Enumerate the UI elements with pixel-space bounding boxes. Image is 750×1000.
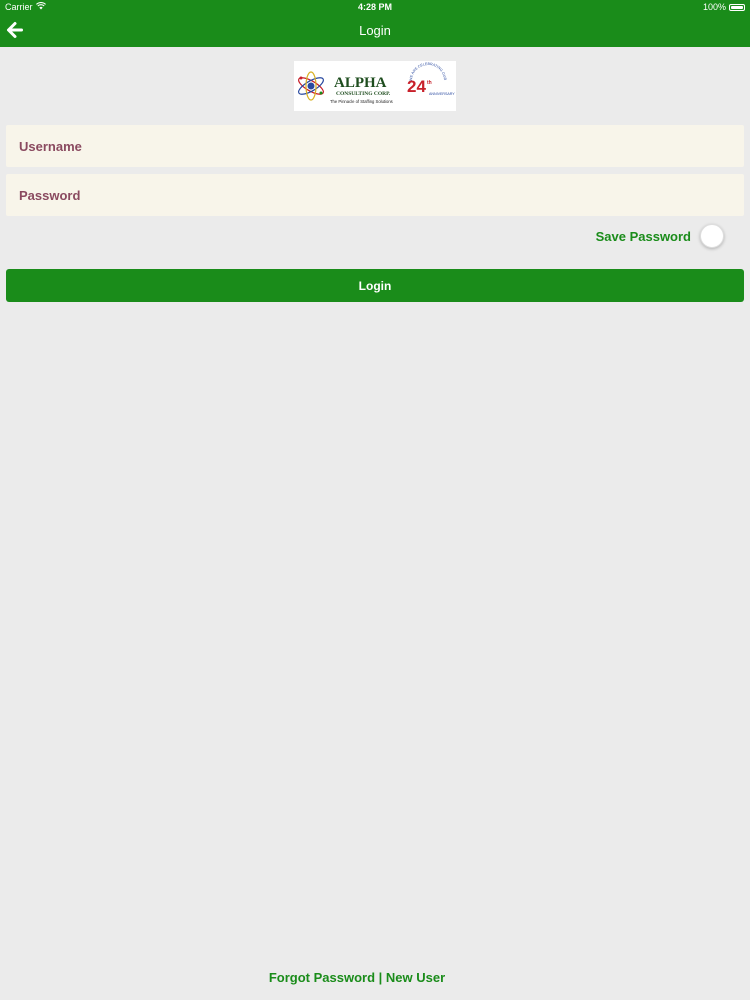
page-title: Login: [359, 23, 391, 38]
toggle-knob: [700, 224, 724, 248]
username-input[interactable]: [17, 137, 733, 155]
top-bar: Carrier 4:28 PM 100% Login: [0, 0, 750, 47]
save-password-toggle[interactable]: [700, 224, 724, 248]
anniversary-label: ANNIVERSARY: [429, 92, 455, 96]
password-input[interactable]: [17, 186, 733, 204]
status-battery: 100%: [703, 2, 745, 12]
footer-links: Forgot Password | New User: [0, 970, 714, 985]
login-screen: Carrier 4:28 PM 100% Login ALPHA CONSULT…: [0, 0, 750, 1000]
logo-brand: ALPHA: [334, 75, 387, 91]
footer-separator: |: [375, 970, 386, 985]
battery-icon: [729, 3, 745, 11]
save-password-row: Save Password: [596, 224, 724, 248]
status-time: 4:28 PM: [357, 2, 392, 12]
atom-icon: [298, 71, 324, 101]
username-field[interactable]: [6, 125, 744, 167]
password-field[interactable]: [6, 174, 744, 216]
battery-fill: [731, 5, 743, 9]
battery-percent: 100%: [702, 2, 726, 12]
status-bar: Carrier 4:28 PM 100%: [0, 0, 750, 14]
anniversary-badge: WE ARE CELEBRATING OUR 24 th ANNIVERSARY: [407, 62, 455, 96]
forgot-password-link[interactable]: Forgot Password: [269, 970, 375, 985]
logo-tagline: The Pinnacle of Staffing Solutions: [330, 99, 393, 104]
logo-company: CONSULTING CORP.: [336, 91, 391, 97]
new-user-link[interactable]: New User: [386, 970, 445, 985]
anniversary-suffix: th: [427, 80, 432, 86]
login-button[interactable]: Login: [6, 269, 744, 302]
anniversary-number: 24: [407, 77, 426, 96]
save-password-label: Save Password: [595, 228, 691, 244]
nav-bar: Login: [0, 14, 750, 47]
company-logo: ALPHA CONSULTING CORP. The Pinnacle of S…: [294, 61, 456, 111]
